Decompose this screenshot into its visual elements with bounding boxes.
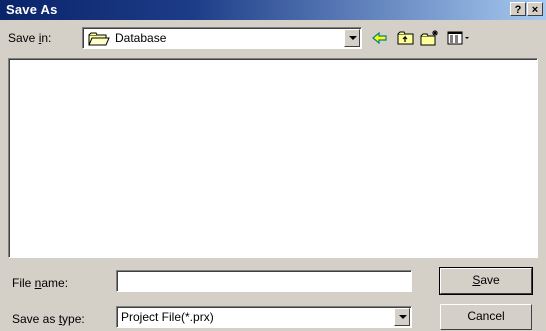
save-button[interactable]: Save	[439, 267, 533, 295]
folder-icon	[88, 31, 110, 50]
view-menu-icon[interactable]	[446, 28, 472, 48]
file-name-label: File name:	[12, 276, 69, 290]
back-icon[interactable]	[370, 28, 390, 48]
new-folder-icon[interactable]	[420, 28, 440, 48]
save-as-type-dropdown-arrow[interactable]	[394, 308, 410, 326]
help-button[interactable]: ?	[510, 2, 526, 16]
window-title: Save As	[6, 2, 58, 17]
close-button[interactable]: ×	[527, 2, 543, 16]
save-as-type-label: Save as type:	[12, 312, 85, 326]
save-in-label: Save in:	[8, 31, 52, 45]
save-in-value: Database	[115, 31, 167, 45]
save-in-dropdown-arrow[interactable]	[344, 29, 360, 47]
up-folder-icon[interactable]	[396, 28, 416, 48]
save-as-type-dropdown[interactable]: Project File(*.prx)	[116, 306, 412, 328]
file-list[interactable]	[8, 58, 538, 258]
file-name-input[interactable]	[116, 270, 412, 292]
save-as-dialog: Save As ? × Save in: Database File name:…	[0, 0, 546, 331]
title-bar[interactable]: Save As ? ×	[0, 0, 546, 20]
save-in-dropdown[interactable]: Database	[82, 27, 362, 49]
cancel-button[interactable]: Cancel	[440, 304, 532, 330]
save-as-type-value: Project File(*.prx)	[121, 310, 214, 324]
